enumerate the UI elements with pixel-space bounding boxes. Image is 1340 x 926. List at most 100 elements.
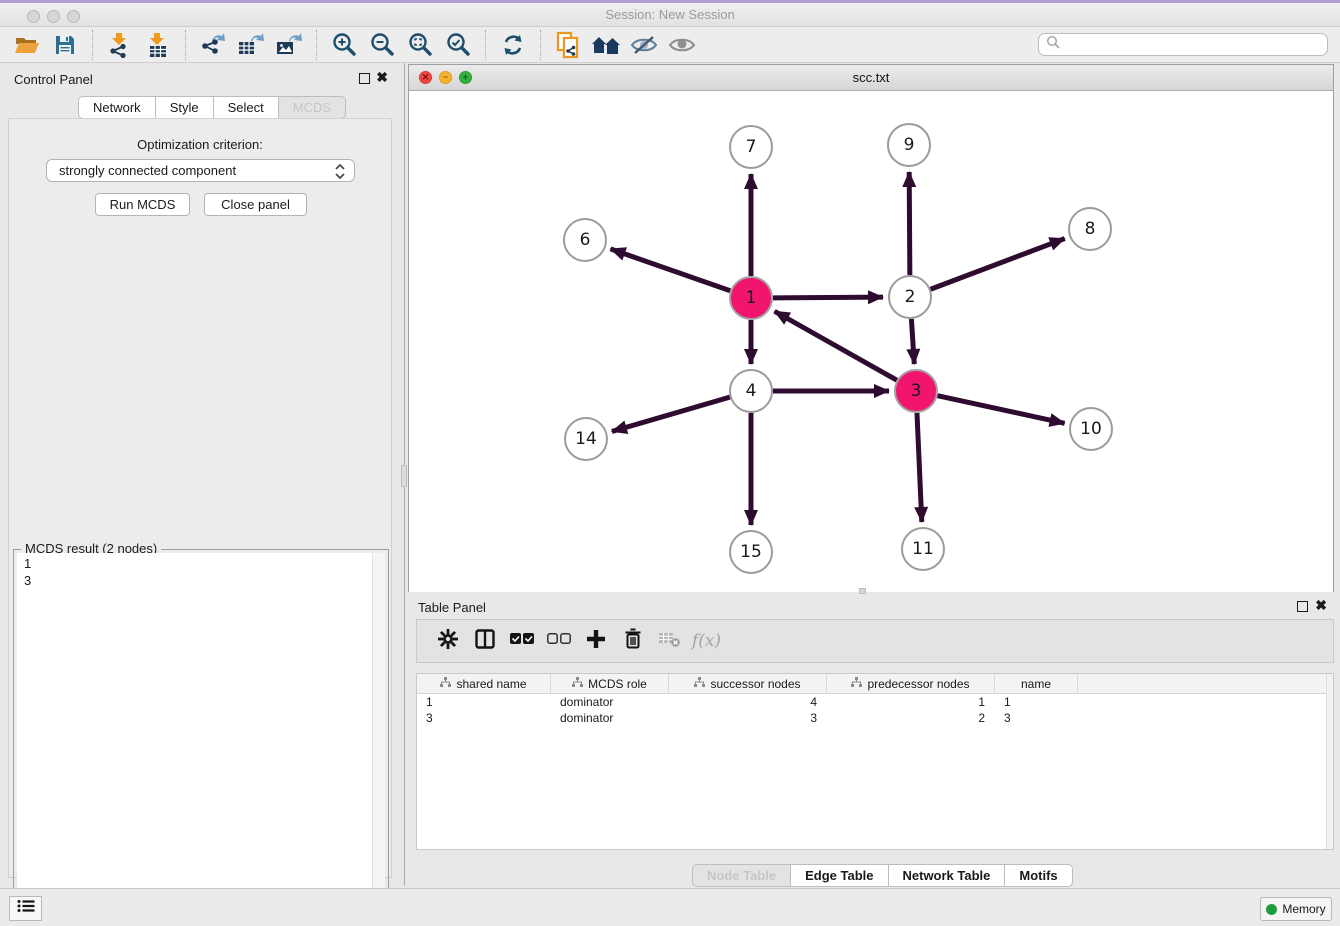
node-label: 8: [1085, 219, 1096, 239]
tab-mcds[interactable]: MCDS: [279, 96, 346, 119]
import-table-button[interactable]: [139, 30, 177, 60]
search-input[interactable]: [1060, 38, 1327, 52]
graph-node-4[interactable]: 4: [729, 369, 773, 413]
tab-network-table[interactable]: Network Table: [889, 864, 1006, 887]
tab-network[interactable]: Network: [78, 96, 156, 119]
graph-node-14[interactable]: 14: [564, 417, 608, 461]
refresh-button[interactable]: [494, 30, 532, 60]
network-view-window: ✕ − + scc.txt 7 9 6 8 1 2 4 3 14 10 15 11: [408, 64, 1334, 592]
column-header-name[interactable]: name: [995, 674, 1078, 694]
zoom-selected-button[interactable]: [439, 30, 477, 60]
table-cell[interactable]: 3: [669, 710, 827, 726]
splitter-grip[interactable]: [401, 465, 407, 487]
vertical-splitter[interactable]: [400, 63, 408, 886]
graph-edge-2-3[interactable]: [911, 319, 914, 364]
control-panel-float-icon[interactable]: [359, 73, 370, 84]
table-settings-button[interactable]: [429, 624, 466, 658]
control-panel: Control Panel ✖ Network Style Select MCD…: [0, 63, 400, 886]
export-table-icon: [237, 32, 265, 58]
control-panel-close-icon[interactable]: ✖: [376, 70, 388, 84]
table-cell[interactable]: dominator: [551, 710, 669, 726]
column-header-MCDS-role[interactable]: MCDS role: [551, 674, 669, 694]
graph-node-1[interactable]: 1: [729, 276, 773, 320]
graph-node-8[interactable]: 8: [1068, 207, 1112, 251]
import-network-icon: [108, 32, 132, 58]
result-scrollbar[interactable]: [372, 553, 385, 926]
criterion-dropdown[interactable]: strongly connected component: [46, 159, 355, 182]
column-label: MCDS role: [588, 677, 647, 691]
show-columns-button[interactable]: [466, 624, 503, 658]
export-table-button[interactable]: [232, 30, 270, 60]
graph-edge-1-2[interactable]: [773, 297, 883, 298]
home-button[interactable]: [587, 30, 625, 60]
export-image-button[interactable]: [270, 30, 308, 60]
function-builder-button-disabled: f(x): [688, 624, 725, 658]
graph-edge-1-6[interactable]: [610, 249, 730, 291]
graph-node-3[interactable]: 3: [894, 369, 938, 413]
show-details-button[interactable]: [663, 30, 701, 60]
table-cell[interactable]: 3: [417, 710, 551, 726]
graph-edge-3-11[interactable]: [917, 413, 922, 522]
graph-edge-4-14[interactable]: [612, 397, 730, 431]
node-label: 4: [746, 381, 757, 401]
network-window-title: scc.txt: [409, 70, 1333, 85]
graph-node-2[interactable]: 2: [888, 275, 932, 319]
table-panel-float-icon[interactable]: [1297, 601, 1308, 612]
hide-details-button[interactable]: [625, 30, 663, 60]
node-table[interactable]: shared name MCDS role successor nodesprede…: [416, 673, 1334, 850]
tab-select[interactable]: Select: [214, 96, 279, 119]
graph-node-15[interactable]: 15: [729, 530, 773, 574]
graph-edge-2-8[interactable]: [931, 239, 1065, 290]
network-canvas[interactable]: 7 9 6 8 1 2 4 3 14 10 15 11: [409, 92, 1333, 592]
select-all-button[interactable]: [503, 624, 540, 658]
run-mcds-button[interactable]: Run MCDS: [95, 193, 190, 216]
delete-columns-button[interactable]: [614, 624, 651, 658]
table-scrollbar[interactable]: [1326, 674, 1333, 849]
create-column-button[interactable]: [577, 624, 614, 658]
table-cell[interactable]: 1: [827, 694, 995, 710]
tab-motifs[interactable]: Motifs: [1005, 864, 1072, 887]
close-panel-button[interactable]: Close panel: [204, 193, 307, 216]
tab-style[interactable]: Style: [156, 96, 214, 119]
zoom-in-button[interactable]: [325, 30, 363, 60]
graph-node-7[interactable]: 7: [729, 125, 773, 169]
graph-edge-3-1[interactable]: [775, 311, 897, 380]
table-cell[interactable]: 1: [417, 694, 551, 710]
table-row[interactable]: 3dominator323: [417, 710, 1333, 726]
table-cell[interactable]: 2: [827, 710, 995, 726]
table-cell[interactable]: 4: [669, 694, 827, 710]
save-session-button[interactable]: [46, 30, 84, 60]
graph-edge-2-9[interactable]: [909, 172, 910, 275]
table-body: 1dominator4113dominator323: [417, 694, 1333, 726]
mcds-result-area[interactable]: 1 3: [17, 553, 385, 926]
tab-edge-table[interactable]: Edge Table: [791, 864, 888, 887]
deselect-all-button[interactable]: [540, 624, 577, 658]
table-row[interactable]: 1dominator411: [417, 694, 1333, 710]
column-header-predecessor-nodes[interactable]: predecessor nodes: [827, 674, 995, 694]
tab-node-table[interactable]: Node Table: [692, 864, 791, 887]
network-window-titlebar[interactable]: ✕ − + scc.txt: [409, 65, 1333, 91]
zoom-fit-button[interactable]: [401, 30, 439, 60]
graph-node-6[interactable]: 6: [563, 218, 607, 262]
table-cell[interactable]: 3: [995, 710, 1078, 726]
zoom-in-icon: [332, 32, 357, 57]
export-network-button[interactable]: [194, 30, 232, 60]
search-box[interactable]: [1038, 33, 1328, 56]
column-header-shared-name[interactable]: shared name: [417, 674, 551, 694]
zoom-out-button[interactable]: [363, 30, 401, 60]
graph-edge-3-10[interactable]: [937, 396, 1064, 424]
column-header-successor-nodes[interactable]: successor nodes: [669, 674, 827, 694]
graph-node-9[interactable]: 9: [887, 123, 931, 167]
memory-button[interactable]: Memory: [1260, 897, 1332, 921]
clone-network-button[interactable]: [549, 30, 587, 60]
table-cell[interactable]: dominator: [551, 694, 669, 710]
table-panel-close-icon[interactable]: ✖: [1315, 598, 1327, 612]
table-cell[interactable]: 1: [995, 694, 1078, 710]
graph-node-10[interactable]: 10: [1069, 407, 1113, 451]
horizontal-splitter-grip[interactable]: [859, 588, 866, 594]
node-label: 7: [746, 137, 757, 157]
task-history-button[interactable]: [9, 896, 42, 921]
open-session-button[interactable]: [8, 30, 46, 60]
graph-node-11[interactable]: 11: [901, 527, 945, 571]
import-network-button[interactable]: [101, 30, 139, 60]
